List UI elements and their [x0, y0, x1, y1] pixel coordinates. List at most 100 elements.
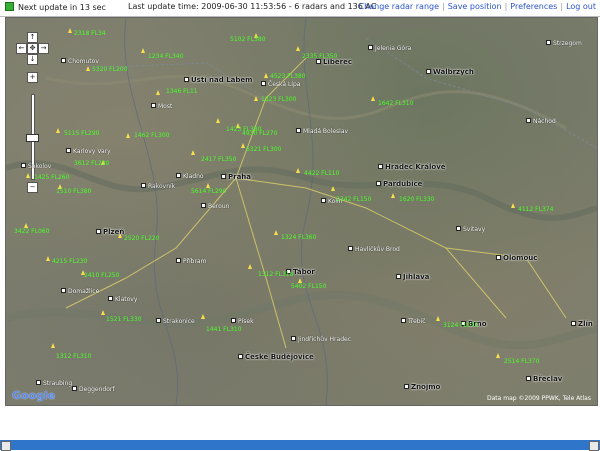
aircraft-label[interactable]: 5614 FL290: [191, 188, 226, 195]
aircraft-icon[interactable]: [141, 48, 145, 53]
aircraft-label[interactable]: 1423 FL380: [226, 126, 261, 133]
aircraft-label[interactable]: 1441 FL310: [206, 326, 241, 333]
aircraft-icon[interactable]: [496, 353, 500, 358]
aircraft-icon[interactable]: [68, 28, 72, 33]
preferences-link[interactable]: Preferences: [510, 2, 557, 11]
aircraft-icon[interactable]: [51, 343, 55, 348]
zoom-in-button[interactable]: +: [27, 72, 38, 83]
aircraft-icon[interactable]: [101, 310, 105, 315]
aircraft-icon[interactable]: [296, 46, 300, 51]
aircraft-label[interactable]: 5402 FL150: [291, 283, 326, 290]
aircraft-label[interactable]: 5115 FL290: [64, 130, 99, 137]
aircraft-icon[interactable]: [331, 186, 335, 191]
city-label: Domažlice: [61, 288, 99, 295]
aircraft-icon[interactable]: [156, 90, 160, 95]
aircraft-label[interactable]: 1346 FL11: [166, 88, 198, 95]
city-label: Pardubice: [376, 180, 422, 188]
city-label: České Budějovice: [238, 353, 314, 361]
aircraft-icon[interactable]: [254, 96, 258, 101]
aircraft-label[interactable]: 3612 FL290: [74, 160, 109, 167]
radar-map[interactable]: ↑ ← ✥ → ↓ + − Chomutov Most Ústí nad Lab…: [5, 17, 598, 406]
aircraft-label[interactable]: 1521 FL330: [106, 316, 141, 323]
aircraft-icon[interactable]: [126, 133, 130, 138]
aircraft-label[interactable]: 1462 FL300: [134, 132, 169, 139]
aircraft-icon[interactable]: [56, 128, 60, 133]
aircraft-icon[interactable]: [118, 233, 122, 238]
aircraft-icon[interactable]: [296, 168, 300, 173]
zoom-slider-thumb[interactable]: [26, 134, 39, 142]
aircraft-label[interactable]: 5320 FL200: [92, 66, 127, 73]
aircraft-label[interactable]: 1425 FL260: [34, 174, 69, 181]
aircraft-label[interactable]: 4523 FL380: [270, 73, 305, 80]
aircraft-label[interactable]: 1234 FL340: [148, 53, 183, 60]
save-position-link[interactable]: Save position: [448, 2, 502, 11]
aircraft-label[interactable]: 1323 FL300: [261, 96, 296, 103]
city-label: Chomutov: [61, 58, 99, 65]
pan-center-button[interactable]: ✥: [27, 43, 38, 54]
aircraft-label[interactable]: 2342 FL150: [336, 196, 371, 203]
aircraft-label[interactable]: 1324 FL360: [281, 234, 316, 241]
city-label: Hradec Králové: [378, 163, 446, 171]
city-label: Klatovy: [108, 296, 137, 303]
logout-link[interactable]: Log out: [566, 2, 596, 11]
aircraft-icon[interactable]: [201, 314, 205, 319]
aircraft-label[interactable]: 1510 FL380: [56, 188, 91, 195]
aircraft-icon[interactable]: [436, 316, 440, 321]
aircraft-label[interactable]: 3422 FL060: [14, 228, 49, 235]
aircraft-icon[interactable]: [391, 193, 395, 198]
aircraft-label[interactable]: 2417 FL350: [201, 156, 236, 163]
aircraft-label[interactable]: 5102 FL380: [230, 36, 265, 43]
status-bar: Next update in 13 sec Last update time: …: [0, 0, 600, 17]
map-attribution: Data map ©2009 PPWK, Tele Atlas: [487, 395, 591, 402]
next-update-status: Next update in 13 sec: [5, 2, 106, 12]
aircraft-label[interactable]: 1312 FL318: [258, 271, 293, 278]
city-label: Znojmo: [404, 383, 440, 391]
zoom-out-button[interactable]: −: [27, 182, 38, 193]
aircraft-icon[interactable]: [86, 66, 90, 71]
aircraft-label[interactable]: 1620 FL330: [399, 196, 434, 203]
city-label: Strzegom: [546, 40, 582, 47]
pan-right-button[interactable]: →: [38, 43, 49, 54]
city-label: Česká Lípa: [261, 81, 300, 88]
city-label: Olomouc: [496, 254, 537, 262]
city-label: Rakovník: [141, 183, 175, 190]
aircraft-label[interactable]: 1642 FL310: [378, 100, 413, 107]
change-radar-range-link[interactable]: Change radar range: [359, 2, 439, 11]
aircraft-icon[interactable]: [191, 150, 195, 155]
last-update-text: Last update time: 2009-06-30 11:53:56 - …: [128, 2, 377, 11]
aircraft-icon[interactable]: [264, 73, 268, 78]
aircraft-label[interactable]: 2318 FL34: [74, 30, 106, 37]
aircraft-icon[interactable]: [241, 143, 245, 148]
pan-left-button[interactable]: ←: [16, 43, 27, 54]
aircraft-icon[interactable]: [46, 256, 50, 261]
city-label: Straubing: [36, 380, 72, 387]
aircraft-icon[interactable]: [216, 118, 220, 123]
city-label: Příbram: [176, 258, 206, 265]
aircraft-icon[interactable]: [371, 96, 375, 101]
city-label: Zlín: [571, 320, 593, 328]
aircraft-label[interactable]: 1312 FL310: [56, 353, 91, 360]
city-label: Sokolov: [21, 163, 51, 170]
aircraft-label[interactable]: 6321 FL300: [246, 146, 281, 153]
aircraft-icon[interactable]: [26, 173, 30, 178]
aircraft-label[interactable]: 2410 FL250: [84, 272, 119, 279]
aircraft-icon[interactable]: [511, 203, 515, 208]
aircraft-icon[interactable]: [248, 264, 252, 269]
aircraft-label[interactable]: 3124 FL070: [443, 322, 478, 329]
pan-up-button[interactable]: ↑: [27, 32, 38, 43]
aircraft-label[interactable]: 4215 FL230: [52, 258, 87, 265]
aircraft-label[interactable]: 2514 FL370: [504, 358, 539, 365]
next-update-text: Next update in 13 sec: [18, 3, 106, 12]
taskbar: [0, 440, 600, 451]
city-label: Břeclav: [526, 375, 562, 383]
aircraft-label[interactable]: 2520 FL220: [124, 235, 159, 242]
aircraft-label[interactable]: 4112 FL374: [518, 206, 553, 213]
pan-down-button[interactable]: ↓: [27, 54, 38, 65]
city-label: Jindřichův Hradec: [291, 336, 351, 343]
city-label: Beroun: [201, 203, 229, 210]
city-label: Strakonice: [156, 318, 195, 325]
aircraft-label[interactable]: 2335 FL350: [302, 53, 337, 60]
aircraft-label[interactable]: 4422 FL110: [304, 170, 339, 177]
aircraft-icon[interactable]: [274, 230, 278, 235]
city-label: Praha: [221, 173, 251, 181]
